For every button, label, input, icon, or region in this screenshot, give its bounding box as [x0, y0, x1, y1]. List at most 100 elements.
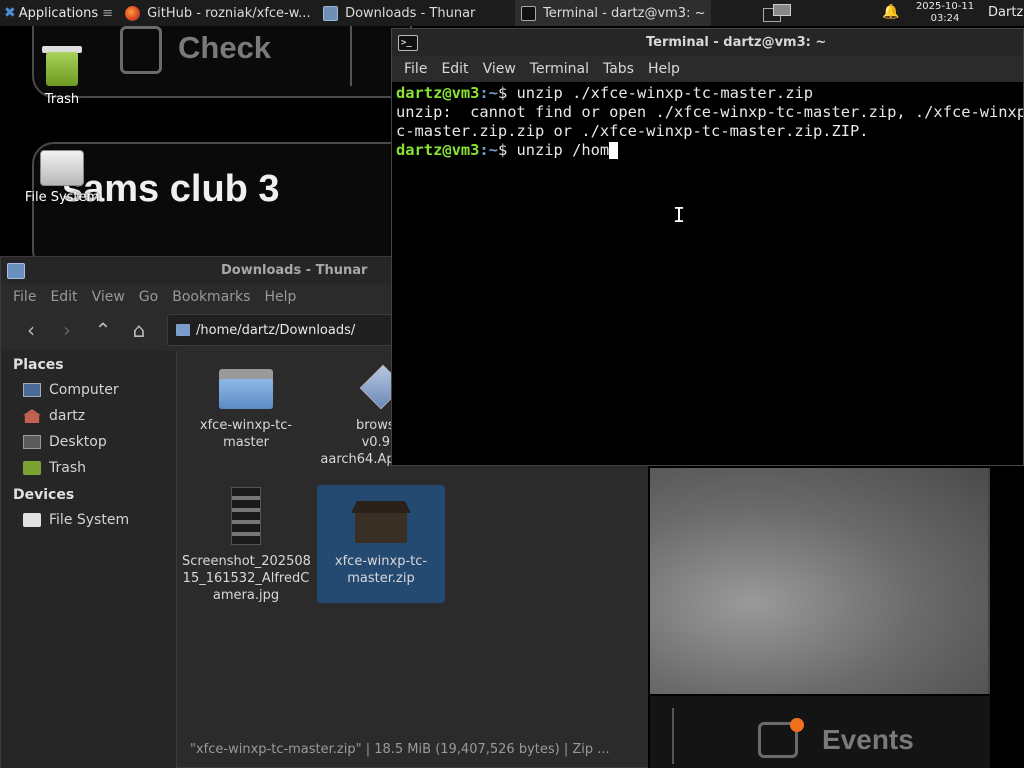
trash-icon [40, 44, 84, 88]
video-preview [650, 468, 990, 694]
status-bar: "xfce-winxp-tc-master.zip" | 18.5 MiB (1… [178, 731, 648, 767]
menu-file[interactable]: File [404, 61, 427, 77]
prompt-path: :~ [479, 141, 498, 159]
task-thunar-label: Downloads - Thunar [345, 5, 476, 21]
task-firefox-label: GitHub - rozniak/xfce-w... [147, 5, 311, 21]
text-cursor [609, 142, 619, 159]
menu-go[interactable]: Go [139, 289, 158, 305]
folder-icon [323, 5, 339, 21]
prompt-user: dartz@vm3 [396, 141, 480, 159]
applications-label: Applications [18, 5, 99, 21]
folder-icon [219, 365, 273, 409]
firefox-icon [125, 5, 141, 21]
menu-terminal[interactable]: Terminal [530, 61, 589, 77]
applications-menu[interactable]: ✖ Applications ≡ [0, 0, 117, 26]
computer-icon [23, 383, 41, 397]
sidebar-item-desktop[interactable]: Desktop [1, 429, 176, 455]
task-terminal[interactable]: Terminal - dartz@vm3: ~ [515, 0, 712, 26]
forward-arrow-icon[interactable]: › [49, 318, 85, 342]
task-thunar[interactable]: Downloads - Thunar [317, 0, 513, 26]
sidebar-item-home[interactable]: dartz [1, 403, 176, 429]
terminal-window: >_ Terminal - dartz@vm3: ~ File Edit Vie… [391, 28, 1024, 466]
file-item[interactable]: xfce-winxp-tc- master [182, 359, 310, 451]
location-bar[interactable]: /home/dartz/Downloads/ [167, 314, 397, 346]
thunar-title: Downloads - Thunar [221, 263, 368, 278]
menu-view[interactable]: View [92, 289, 125, 305]
divider [350, 26, 352, 86]
desktop-icon [23, 435, 41, 449]
file-item[interactable]: Screenshot_202508 15_161532_AlfredC amer… [182, 481, 311, 604]
desktop-filesystem-label: File System [24, 190, 100, 205]
menu-help[interactable]: Help [264, 289, 296, 305]
archive-icon [351, 497, 411, 543]
checklist-icon [120, 26, 162, 74]
terminal-output[interactable]: dartz@vm3:~$ unzip ./xfce-winxp-tc-maste… [392, 82, 1023, 466]
bell-icon[interactable]: 🔔 [882, 4, 899, 20]
terminal-icon: >_ [398, 34, 418, 51]
sidebar-item-computer[interactable]: Computer [1, 377, 176, 403]
desktop-trash-label: Trash [44, 92, 80, 107]
menu-edit[interactable]: Edit [50, 289, 77, 305]
terminal-menubar: File Edit View Terminal Tabs Help [392, 56, 1023, 82]
folder-icon [176, 324, 190, 336]
menu-file[interactable]: File [13, 289, 36, 305]
back-arrow-icon[interactable]: ‹ [13, 318, 49, 342]
task-terminal-label: Terminal - dartz@vm3: ~ [543, 5, 706, 21]
events-label: Events [822, 724, 914, 755]
menu-view[interactable]: View [483, 61, 516, 77]
desktop-filesystem[interactable]: File System [22, 150, 102, 205]
command-text: $ unzip ./xfce-winxp-tc-master.zip [497, 84, 813, 102]
file-name: xfce-winxp-tc- master.zip [334, 554, 428, 586]
clock[interactable]: 2025-10-11 03:24 [912, 1, 978, 25]
task-firefox[interactable]: GitHub - rozniak/xfce-w... [119, 0, 315, 26]
devices-heading: Devices [13, 487, 75, 503]
trash-icon [23, 461, 41, 475]
desktop-trash[interactable]: Trash [22, 44, 102, 107]
drive-icon [40, 150, 84, 186]
folder-icon [7, 262, 25, 279]
terminal-icon [521, 5, 537, 21]
terminal-titlebar[interactable]: >_ Terminal - dartz@vm3: ~ [392, 29, 1023, 56]
thunar-sidebar: Places Computer dartz Desktop Trash Devi… [1, 351, 177, 768]
xfce-logo-icon: ✖ [4, 5, 16, 21]
sidebar-item-filesystem[interactable]: File System [1, 507, 176, 533]
sidebar-label: Desktop [49, 434, 107, 450]
terminal-line: c-master.zip.zip or ./xfce-winxp-tc-mast… [396, 122, 869, 140]
notification-dot [790, 718, 804, 732]
home-icon[interactable]: ⌂ [121, 318, 157, 342]
prompt-path: :~ [479, 84, 498, 102]
user-menu[interactable]: Dartz [988, 5, 1023, 20]
check-label: Check [178, 30, 272, 65]
terminal-title: Terminal - dartz@vm3: ~ [646, 35, 827, 50]
divider [672, 708, 674, 764]
file-item-selected[interactable]: xfce-winxp-tc- master.zip [317, 485, 445, 603]
places-heading: Places [13, 357, 64, 373]
sidebar-label: Computer [49, 382, 119, 398]
menu-help[interactable]: Help [648, 61, 680, 77]
file-name: Screenshot_202508 15_161532_AlfredC amer… [182, 554, 311, 603]
home-icon [23, 409, 41, 423]
location-path: /home/dartz/Downloads/ [196, 322, 356, 338]
separator-icon: ≡ [102, 5, 114, 21]
ibeam-cursor-icon: I [673, 203, 686, 227]
terminal-line: dartz@vm3:~$ unzip /hom [396, 141, 1023, 160]
prompt-user: dartz@vm3 [396, 84, 480, 102]
drive-icon [23, 513, 41, 527]
image-icon [231, 487, 261, 545]
workspace-switcher[interactable] [761, 2, 792, 24]
terminal-line: unzip: cannot find or open ./xfce-winxp-… [396, 103, 1023, 121]
events-card: Events [650, 696, 990, 768]
clock-date: 2025-10-11 [915, 1, 975, 12]
sidebar-item-trash[interactable]: Trash [1, 455, 176, 481]
sidebar-label: Trash [49, 460, 86, 476]
menu-tabs[interactable]: Tabs [603, 61, 634, 77]
sidebar-label: dartz [49, 408, 86, 424]
command-text: $ unzip /hom [497, 141, 610, 159]
file-name: xfce-winxp-tc- master [199, 418, 293, 450]
up-arrow-icon[interactable]: ⌃ [85, 318, 121, 342]
menu-edit[interactable]: Edit [441, 61, 468, 77]
menu-bookmarks[interactable]: Bookmarks [172, 289, 250, 305]
top-panel: ✖ Applications ≡ GitHub - rozniak/xfce-w… [0, 0, 1024, 26]
clock-time: 03:24 [930, 13, 960, 24]
sidebar-label: File System [49, 512, 130, 528]
